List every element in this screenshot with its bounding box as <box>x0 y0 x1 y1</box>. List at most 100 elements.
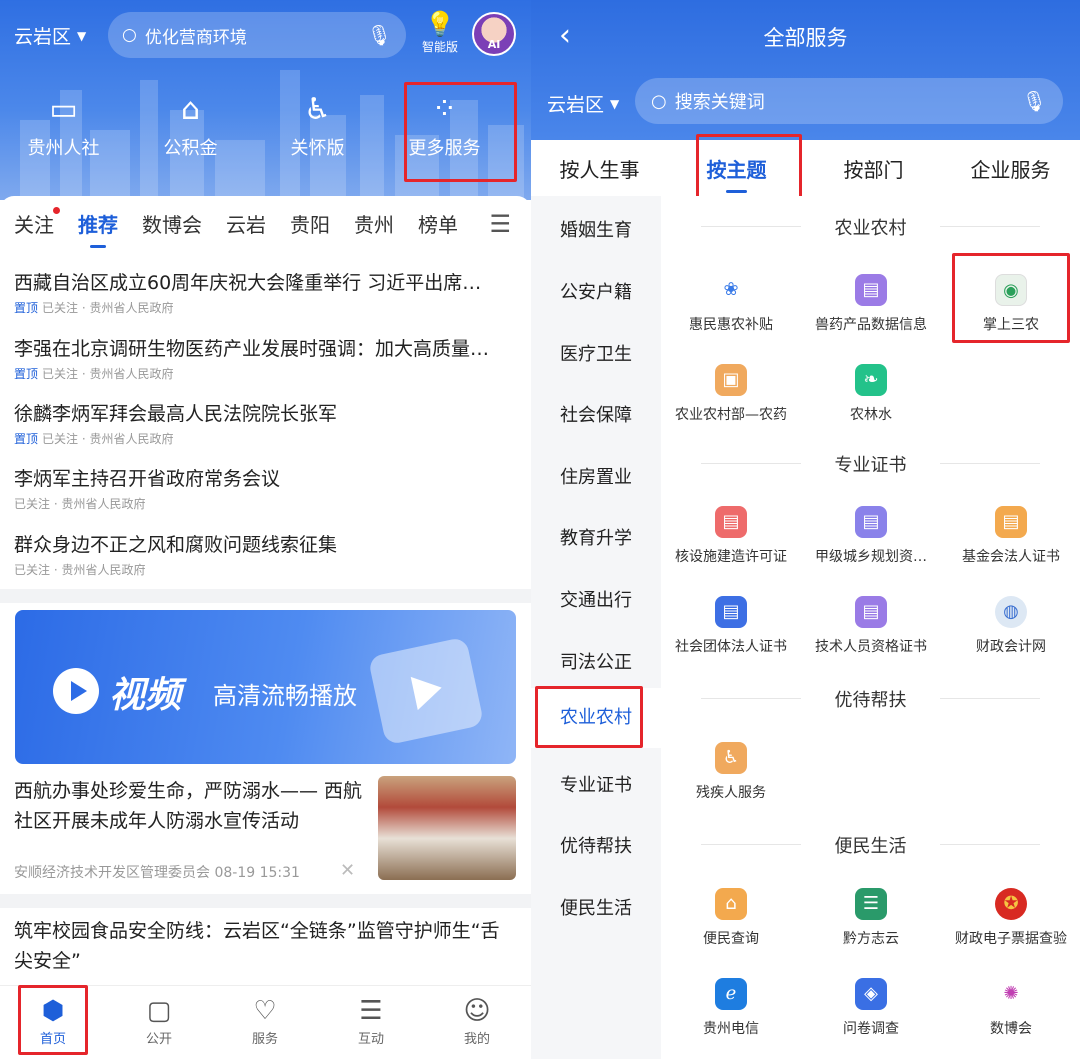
nav-service[interactable]: ♡ 服务 <box>212 986 318 1059</box>
sidebar-item-daily-life[interactable]: 便民生活 <box>531 894 661 920</box>
nav-mine[interactable]: ☺ 我的 <box>424 986 530 1059</box>
microphone-icon[interactable]: 🎙 <box>1022 89 1047 113</box>
service-item[interactable]: ❀ 惠民惠农补贴 <box>661 274 801 334</box>
video-banner[interactable]: 视频 高清流畅播放 <box>15 610 516 764</box>
section-divider <box>0 894 531 908</box>
service-label: 农业农村部—农药 <box>675 407 787 423</box>
tab-guiyang[interactable]: 贵阳 <box>290 209 330 238</box>
service-item[interactable]: ◍ 财政会计网 <box>941 596 1080 656</box>
service-item[interactable]: ◉ 掌上三农 <box>941 274 1080 334</box>
news-title: 徐麟李炳军拜会最高人民法院院长张军 <box>14 403 338 425</box>
tab-guizhou[interactable]: 贵州 <box>354 209 394 238</box>
sidebar-item-certificates[interactable]: 专业证书 <box>531 771 661 797</box>
region-label: 云岩区 <box>14 26 72 48</box>
sidebar-item-social-security[interactable]: 社会保障 <box>531 401 661 427</box>
service-label: 残疾人服务 <box>696 785 766 801</box>
service-item[interactable]: ✪ 财政电子票据查验 <box>941 888 1080 948</box>
service-item[interactable]: ▤ 核设施建造许可证 <box>661 506 801 566</box>
sidebar-item-justice[interactable]: 司法公正 <box>531 648 661 674</box>
service-item[interactable]: ▤ 技术人员资格证书 <box>801 596 941 656</box>
sidebar-item-health[interactable]: 医疗卫生 <box>531 340 661 366</box>
tab-by-life-event[interactable]: 按人生事 <box>531 154 668 183</box>
news-item[interactable]: 李炳军主持召开省政府常务会议 已关注 · 贵州省人民政府 <box>14 464 514 512</box>
tab-yunyan[interactable]: 云岩 <box>226 209 266 238</box>
tab-enterprise-services[interactable]: 企业服务 <box>942 154 1079 183</box>
tab-by-department[interactable]: 按部门 <box>805 154 942 183</box>
tab-follow[interactable]: 关注 <box>14 206 60 238</box>
news-title: 西航办事处珍爱生命，严防溺水—— 西航社区开展未成年人防溺水宣传活动 <box>14 780 363 832</box>
news-item[interactable]: 西藏自治区成立60周年庆祝大会隆重举行 习近平出席… 置顶 已关注 · 贵州省人民… <box>14 268 514 316</box>
telecom-logo-icon: ℯ <box>715 978 747 1010</box>
smart-mode-label: 智能版 <box>421 40 458 54</box>
nav-label: 首页 <box>39 1032 66 1047</box>
news-thumbnail[interactable] <box>378 776 516 880</box>
tab-by-topic[interactable]: 按主题 <box>668 154 805 193</box>
wheat-icon: ❀ <box>723 279 739 300</box>
region-selector[interactable]: 云岩区 ▼ <box>547 90 619 117</box>
id-card-icon: ▭ <box>49 92 78 127</box>
region-selector[interactable]: 云岩区 ▼ <box>14 22 86 49</box>
shortcut-care-mode[interactable]: ♿ 关怀版 <box>254 90 381 180</box>
tab-digital-expo[interactable]: 数博会 <box>142 209 202 238</box>
tab-recommend[interactable]: 推荐 <box>78 209 118 248</box>
sidebar-item-household[interactable]: 公安户籍 <box>531 278 661 304</box>
news-meta: 置顶 已关注 · 贵州省人民政府 <box>14 365 514 382</box>
service-item[interactable]: ▤ 甲级城乡规划资… <box>801 506 941 566</box>
service-item[interactable]: ✺ 数博会 <box>941 978 1080 1038</box>
news-source: 已关注 · 贵州省人民政府 <box>42 432 174 446</box>
news-title: 李强在北京调研生物医药产业发展时强调：加大高质量… <box>14 338 490 360</box>
news-title: 筑牢校园食品安全防线：云岩区“全链条”监管守护师生“舌尖安全” <box>14 920 500 972</box>
service-label: 惠民惠农补贴 <box>689 317 773 333</box>
news-item[interactable]: 李强在北京调研生物医药产业发展时强调：加大高质量… 置顶 已关注 · 贵州省人民政… <box>14 334 514 382</box>
service-item[interactable]: ℯ 贵州电信 <box>661 978 801 1038</box>
nav-label: 公开 <box>145 1032 172 1047</box>
all-services-screen: ‹ 全部服务 云岩区 ▼ ○ 搜索关键词 🎙 按人生事 按主题 按部门 企业服务… <box>531 0 1080 1059</box>
sidebar-item-transport[interactable]: 交通出行 <box>531 586 661 612</box>
news-item[interactable]: 徐麟李炳军拜会最高人民法院院长张军 置顶 已关注 · 贵州省人民政府 <box>14 399 514 447</box>
search-icon: ○ <box>122 25 137 45</box>
service-item[interactable]: ▤ 基金会法人证书 <box>941 506 1080 566</box>
shortcut-label: 关怀版 <box>290 138 345 159</box>
page-title: 全部服务 <box>763 26 848 50</box>
news-meta: 已关注 · 贵州省人民政府 <box>14 495 514 512</box>
ai-assistant-avatar[interactable]: AI <box>472 12 516 56</box>
shortcut-guizhou-hr[interactable]: ▭ 贵州人社 <box>0 90 127 180</box>
service-item[interactable]: ◈ 问卷调查 <box>801 978 941 1038</box>
service-item[interactable]: ▤ 兽药产品数据信息 <box>801 274 941 334</box>
nav-home[interactable]: ⬢ 首页 <box>0 986 106 1059</box>
dismiss-icon[interactable]: ✕ <box>340 860 355 881</box>
nav-public[interactable]: ▢ 公开 <box>106 986 212 1059</box>
nav-interact[interactable]: ☰ 互动 <box>318 986 424 1059</box>
sidebar-item-marriage[interactable]: 婚姻生育 <box>531 216 661 242</box>
topic-sidebar: 婚姻生育 公安户籍 医疗卫生 社会保障 住房置业 教育升学 交通出行 司法公正 … <box>531 196 661 1059</box>
region-label: 云岩区 <box>547 94 605 116</box>
shortcut-more-services[interactable]: ⁘ 更多服务 <box>381 90 508 180</box>
sidebar-item-housing[interactable]: 住房置业 <box>531 463 661 489</box>
service-item[interactable]: ☰ 黔方志云 <box>801 888 941 948</box>
section-title: 优待帮扶 <box>661 686 1080 712</box>
service-item[interactable]: ❧ 农林水 <box>801 364 941 424</box>
shortcut-label: 贵州人社 <box>27 138 100 159</box>
service-item[interactable]: ⌂ 便民查询 <box>661 888 801 948</box>
service-item[interactable]: ♿ 残疾人服务 <box>661 742 801 802</box>
sidebar-item-preferential[interactable]: 优待帮扶 <box>531 832 661 858</box>
pesticide-icon: ▣ <box>715 364 747 396</box>
search-input[interactable]: ○ 优化营商环境 🎙 <box>108 12 406 58</box>
search-input[interactable]: ○ 搜索关键词 🎙 <box>635 78 1063 124</box>
news-item[interactable]: 群众身边不正之风和腐败问题线索征集 已关注 · 贵州省人民政府 <box>14 530 514 578</box>
service-item[interactable]: ▤ 社会团体法人证书 <box>661 596 801 656</box>
service-item[interactable]: ▣ 农业农村部—农药 <box>661 364 801 424</box>
news-item[interactable]: 筑牢校园食品安全防线：云岩区“全链条”监管守护师生“舌尖安全” <box>14 916 514 976</box>
grid-apps-icon: ⁘ <box>431 92 458 127</box>
smart-mode-button[interactable]: 💡 智能版 <box>418 10 462 55</box>
section-title: 专业证书 <box>661 451 1080 477</box>
shortcut-housing-fund[interactable]: ⌂ 公积金 <box>127 90 254 180</box>
microphone-icon[interactable]: 🎙 <box>367 23 392 47</box>
sidebar-item-education[interactable]: 教育升学 <box>531 524 661 550</box>
tab-ranking[interactable]: 榜单 <box>418 209 458 238</box>
shortcut-bar: ▭ 贵州人社 ⌂ 公积金 ♿ 关怀版 ⁘ 更多服务 <box>0 90 531 180</box>
hamburger-menu-icon[interactable]: ☰ <box>489 210 511 238</box>
news-title: 群众身边不正之风和腐败问题线索征集 <box>14 534 338 556</box>
service-label: 农林水 <box>850 407 892 423</box>
sidebar-item-agriculture[interactable]: 农业农村 <box>531 688 661 748</box>
